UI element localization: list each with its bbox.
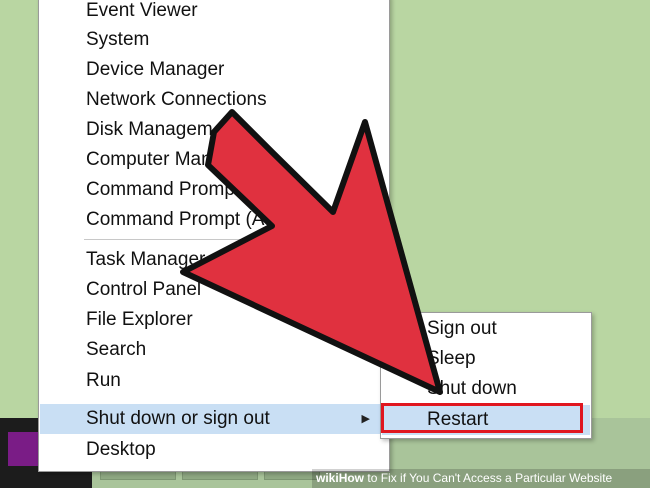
pointer-arrow-icon [180,109,443,395]
watermark-logo: wiki [316,471,339,485]
watermark-bold: How [338,471,365,485]
watermark-title: to Fix if You Can't Access a Particular … [364,471,613,485]
watermark-bar: wikiHow to Fix if You Can't Access a Par… [312,469,650,488]
